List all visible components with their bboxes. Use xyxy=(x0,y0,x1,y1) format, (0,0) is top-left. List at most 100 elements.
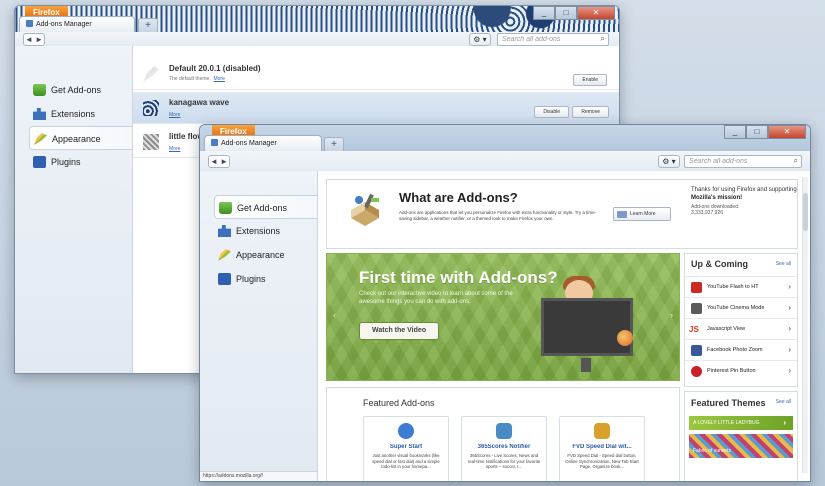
puzzle-piece-icon xyxy=(33,108,46,120)
puzzle-icon xyxy=(211,139,218,146)
speed-dial-house-icon xyxy=(594,423,610,439)
back-category-label: Plugins xyxy=(51,157,81,167)
shopping-bag-icon xyxy=(219,202,232,214)
shopping-bag-icon xyxy=(33,84,46,96)
front-window-controls: _ □ ✕ xyxy=(724,125,806,139)
featured-addons-title: Featured Add-ons xyxy=(363,398,435,408)
theme-name: kanagawa wave xyxy=(169,98,230,107)
up-coming-item[interactable]: JS Javascript View › xyxy=(685,318,797,339)
back-category-plugins[interactable]: Plugins xyxy=(29,150,132,174)
watch-video-button[interactable]: Watch the Video xyxy=(359,322,440,340)
front-category-plugins[interactable]: Plugins xyxy=(214,267,317,291)
banner-prev-arrow-icon[interactable]: ‹ xyxy=(333,310,336,320)
content-scrollbar[interactable] xyxy=(802,177,808,473)
front-new-tab-button[interactable]: + xyxy=(324,137,344,151)
banner-text: Check out our interactive video to learn… xyxy=(359,291,513,305)
mozilla-mission-link[interactable]: Mozilla's mission! xyxy=(691,195,742,201)
back-search-icon[interactable]: ⌕ xyxy=(601,34,605,44)
up-coming-see-all-link[interactable]: See all xyxy=(776,261,791,267)
downloads-stat: Add-ons downloaded: 3,333,937,926 xyxy=(691,204,801,216)
plugin-block-icon xyxy=(218,273,231,285)
featured-themes-see-all-link[interactable]: See all xyxy=(776,399,791,405)
featured-addon-name[interactable]: FVD Speed Dial wit... xyxy=(562,444,642,450)
back-tab-addons-manager[interactable]: Add-ons Manager xyxy=(19,16,135,32)
back-category-extensions[interactable]: Extensions xyxy=(29,102,132,126)
front-minimize-button[interactable]: _ xyxy=(724,125,746,139)
banner-title: First time with Add-ons? xyxy=(359,268,558,287)
featured-addon-card[interactable]: 365Scores Notifier 365Scores - Live Scor… xyxy=(461,416,547,481)
front-maximize-button[interactable]: □ xyxy=(746,125,768,139)
front-category-appearance[interactable]: Appearance xyxy=(214,243,317,267)
lightbulb-illustration xyxy=(617,330,633,346)
banner-next-arrow-icon[interactable]: › xyxy=(670,310,673,320)
featured-addon-name[interactable]: 365Scores Notifier xyxy=(464,444,544,450)
front-back-forward-buttons[interactable]: ◄ ► xyxy=(208,155,230,168)
paintbrush-icon xyxy=(218,249,231,261)
theme-more-link[interactable]: More xyxy=(213,76,224,82)
first-time-banner: ‹ › First time with Add-ons? Check out o… xyxy=(326,253,680,381)
back-maximize-button[interactable]: □ xyxy=(555,6,577,20)
scrollbar-thumb[interactable] xyxy=(803,193,808,231)
back-back-forward-buttons[interactable]: ◄ ► xyxy=(23,33,45,46)
kanagawa-theme-thumbnail xyxy=(143,100,159,116)
featured-addon-name[interactable]: Super Start xyxy=(366,444,446,450)
back-category-label: Extensions xyxy=(51,109,96,119)
theme-more-link[interactable]: More xyxy=(169,112,180,118)
front-tab-addons-manager[interactable]: Add-ons Manager xyxy=(204,135,322,151)
back-gear-icon[interactable]: ⚙ ▾ xyxy=(469,33,491,46)
365scores-icon xyxy=(496,423,512,439)
puzzle-icon xyxy=(26,20,33,27)
up-coming-item[interactable]: Facebook Photo Zoom › xyxy=(685,339,797,360)
downloads-count: 3,333,937,926 xyxy=(691,210,723,216)
video-icon xyxy=(617,211,627,218)
thanks-text: Thanks for using Firefox and supporting xyxy=(691,187,797,193)
featured-theme-ladybug[interactable]: A LOVELY LITTLE LADYBUG › xyxy=(689,416,793,430)
back-category-label: Get Add-ons xyxy=(51,85,102,95)
theme-more-link[interactable]: More xyxy=(169,146,180,152)
monitor-stand-illustration xyxy=(581,358,591,372)
up-coming-item[interactable]: YouTube Flash to HT › xyxy=(685,276,797,297)
status-bar-url: https://addons.mozilla.org/f xyxy=(200,471,318,481)
front-gear-icon[interactable]: ⚙ ▾ xyxy=(658,155,680,168)
chevron-right-icon: › xyxy=(788,303,791,312)
learn-more-button[interactable]: Learn More xyxy=(613,207,671,221)
back-new-tab-button[interactable]: + xyxy=(138,18,158,32)
back-category-get-addons[interactable]: Get Add-ons xyxy=(29,78,132,102)
enable-button[interactable]: Enable xyxy=(573,74,607,86)
little-flow-theme-thumbnail xyxy=(143,134,159,150)
front-close-button[interactable]: ✕ xyxy=(768,125,806,139)
front-category-label: Extensions xyxy=(236,226,281,236)
up-coming-item[interactable]: Pinterest Pin Button › xyxy=(685,360,797,381)
back-close-button[interactable]: ✕ xyxy=(577,6,615,20)
up-and-coming-panel: Up & Coming See all YouTube Flash to HT › … xyxy=(684,253,798,387)
youtube-cinema-icon xyxy=(691,303,702,314)
pinterest-icon xyxy=(691,366,702,377)
front-search-input[interactable] xyxy=(684,155,802,168)
back-minimize-button[interactable]: _ xyxy=(533,6,555,20)
plugin-block-icon xyxy=(33,156,46,168)
what-are-addons-title: What are Add-ons? xyxy=(399,190,518,205)
theme-row-default[interactable]: Default 20.0.1 (disabled) The default th… xyxy=(133,58,619,90)
remove-button[interactable]: Remove xyxy=(572,106,609,118)
featured-addon-card[interactable]: FVD Speed Dial wit... FVD Speed Dial - S… xyxy=(559,416,645,481)
front-category-extensions[interactable]: Extensions xyxy=(214,219,317,243)
featured-addon-description: Just another visual bookmarks (like spee… xyxy=(372,453,440,469)
front-toolbar: ◄ ► ⚙ ▾ ⌕ xyxy=(200,151,810,173)
front-category-get-addons[interactable]: Get Add-ons xyxy=(214,195,317,219)
up-coming-item[interactable]: YouTube Cinema Mode › xyxy=(685,297,797,318)
featured-themes-panel: Featured Themes See all A LOVELY LITTLE L… xyxy=(684,391,798,481)
back-search-input[interactable] xyxy=(497,33,609,46)
featured-addon-description: 365Scores - Live Scores, News and real-t… xyxy=(467,453,541,469)
theme-row-kanagawa-wave[interactable]: kanagawa wave More Disable Remove xyxy=(133,92,619,124)
learn-more-label: Learn More xyxy=(630,211,656,217)
javascript-icon: JS xyxy=(689,325,699,334)
back-window-controls: _ □ ✕ xyxy=(533,6,615,20)
monitor-illustration xyxy=(541,298,633,356)
back-category-appearance[interactable]: Appearance xyxy=(29,126,132,150)
featured-addon-card[interactable]: Super Start Just another visual bookmark… xyxy=(363,416,449,481)
chevron-right-icon: › xyxy=(788,324,791,333)
disable-button[interactable]: Disable xyxy=(534,106,569,118)
up-and-coming-title: Up & Coming See all xyxy=(691,259,791,269)
front-search-icon[interactable]: ⌕ xyxy=(794,156,798,166)
featured-theme-fabric-of-sunsets[interactable]: Fabric of sunsets xyxy=(689,434,793,458)
